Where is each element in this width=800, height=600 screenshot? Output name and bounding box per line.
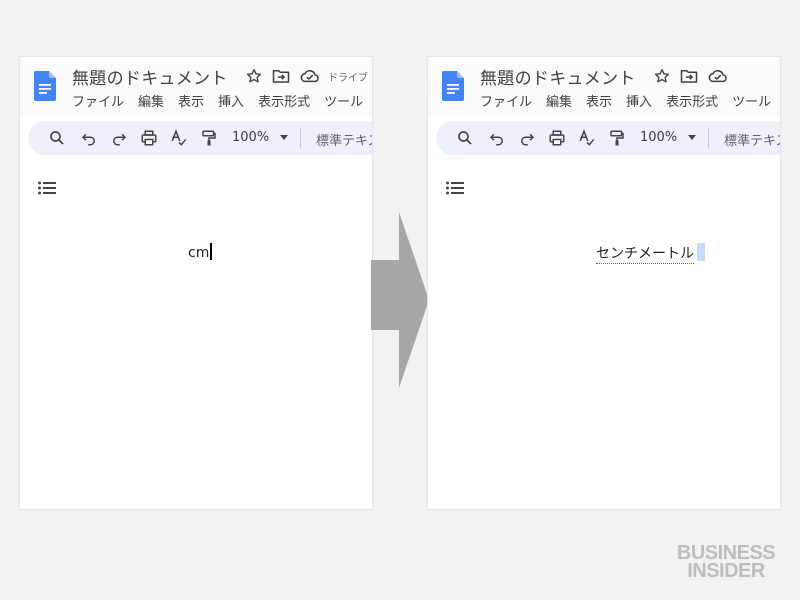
print-icon[interactable]	[140, 129, 158, 147]
menu-insert[interactable]: 挿入	[626, 91, 652, 110]
menu-file[interactable]: ファイル	[72, 91, 124, 110]
search-icon[interactable]	[48, 129, 66, 147]
logo-line-2: INSIDER	[687, 560, 765, 582]
outline-icon[interactable]	[446, 181, 464, 195]
zoom-dropdown-icon[interactable]	[280, 135, 288, 140]
docs-logo-icon[interactable]	[34, 71, 56, 101]
zoom-dropdown-icon[interactable]	[688, 135, 696, 140]
menu-bar: ファイル 編集 表示 挿入 表示形式 ツール	[72, 91, 363, 110]
zoom-select[interactable]: 100%	[232, 130, 269, 145]
docs-window-before: 無題のドキュメント ドライブ ファイル 編集 表示 挿入 表示形式 ツール 10…	[20, 57, 372, 509]
paragraph-style-select[interactable]: 標準テキスト	[316, 130, 372, 149]
menu-bar: ファイル 編集 表示 挿入 表示形式 ツール	[480, 91, 771, 110]
document-title[interactable]: 無題のドキュメント	[480, 64, 636, 89]
title-bar: 無題のドキュメント ドライブ ファイル 編集 表示 挿入 表示形式 ツール	[20, 57, 372, 117]
menu-file[interactable]: ファイル	[480, 91, 532, 110]
title-bar: 無題のドキュメント ファイル 編集 表示 挿入 表示形式 ツール	[428, 57, 780, 117]
document-body-text[interactable]: センチメートル	[596, 243, 705, 264]
print-icon[interactable]	[548, 129, 566, 147]
paint-format-icon[interactable]	[608, 129, 626, 147]
menu-format[interactable]: 表示形式	[666, 91, 718, 110]
menu-format[interactable]: 表示形式	[258, 91, 310, 110]
document-title[interactable]: 無題のドキュメント	[72, 64, 228, 89]
docs-logo-icon[interactable]	[442, 71, 464, 101]
menu-edit[interactable]: 編集	[138, 91, 164, 110]
outline-icon[interactable]	[38, 181, 56, 195]
move-folder-icon[interactable]	[680, 68, 698, 84]
toolbar-divider	[708, 128, 709, 148]
toolbar: 100% 標準テキスト	[28, 121, 372, 155]
business-insider-logo: BUSINESS INSIDER	[668, 543, 784, 582]
menu-tools[interactable]: ツール	[324, 91, 363, 110]
paint-format-icon[interactable]	[200, 129, 218, 147]
document-body-text[interactable]: cm	[188, 243, 213, 262]
redo-icon[interactable]	[518, 129, 536, 147]
menu-edit[interactable]: 編集	[546, 91, 572, 110]
toolbar: 100% 標準テキスト	[436, 121, 780, 155]
text-cursor	[210, 243, 213, 260]
docs-window-after: 無題のドキュメント ファイル 編集 表示 挿入 表示形式 ツール 100% 標準…	[428, 57, 780, 509]
search-icon[interactable]	[456, 129, 474, 147]
selection-highlight	[697, 243, 705, 261]
spellcheck-icon[interactable]	[578, 129, 596, 147]
menu-tools[interactable]: ツール	[732, 91, 771, 110]
undo-icon[interactable]	[488, 129, 506, 147]
paragraph-style-select[interactable]: 標準テキスト	[724, 130, 780, 149]
converted-text-suggestion[interactable]: センチメートル	[596, 246, 694, 264]
menu-insert[interactable]: 挿入	[218, 91, 244, 110]
toolbar-divider	[300, 128, 301, 148]
cloud-saved-icon[interactable]	[300, 68, 320, 84]
zoom-select[interactable]: 100%	[640, 130, 677, 145]
star-icon[interactable]	[654, 68, 670, 84]
star-icon[interactable]	[246, 68, 262, 84]
menu-view[interactable]: 表示	[586, 91, 612, 110]
drive-status-label: ドライブ	[328, 72, 368, 84]
arrow-right-icon	[371, 212, 429, 388]
menu-view[interactable]: 表示	[178, 91, 204, 110]
typed-text: cm	[188, 245, 210, 261]
cloud-saved-icon[interactable]	[708, 68, 728, 84]
redo-icon[interactable]	[110, 129, 128, 147]
undo-icon[interactable]	[80, 129, 98, 147]
spellcheck-icon[interactable]	[170, 129, 188, 147]
move-folder-icon[interactable]	[272, 68, 290, 84]
